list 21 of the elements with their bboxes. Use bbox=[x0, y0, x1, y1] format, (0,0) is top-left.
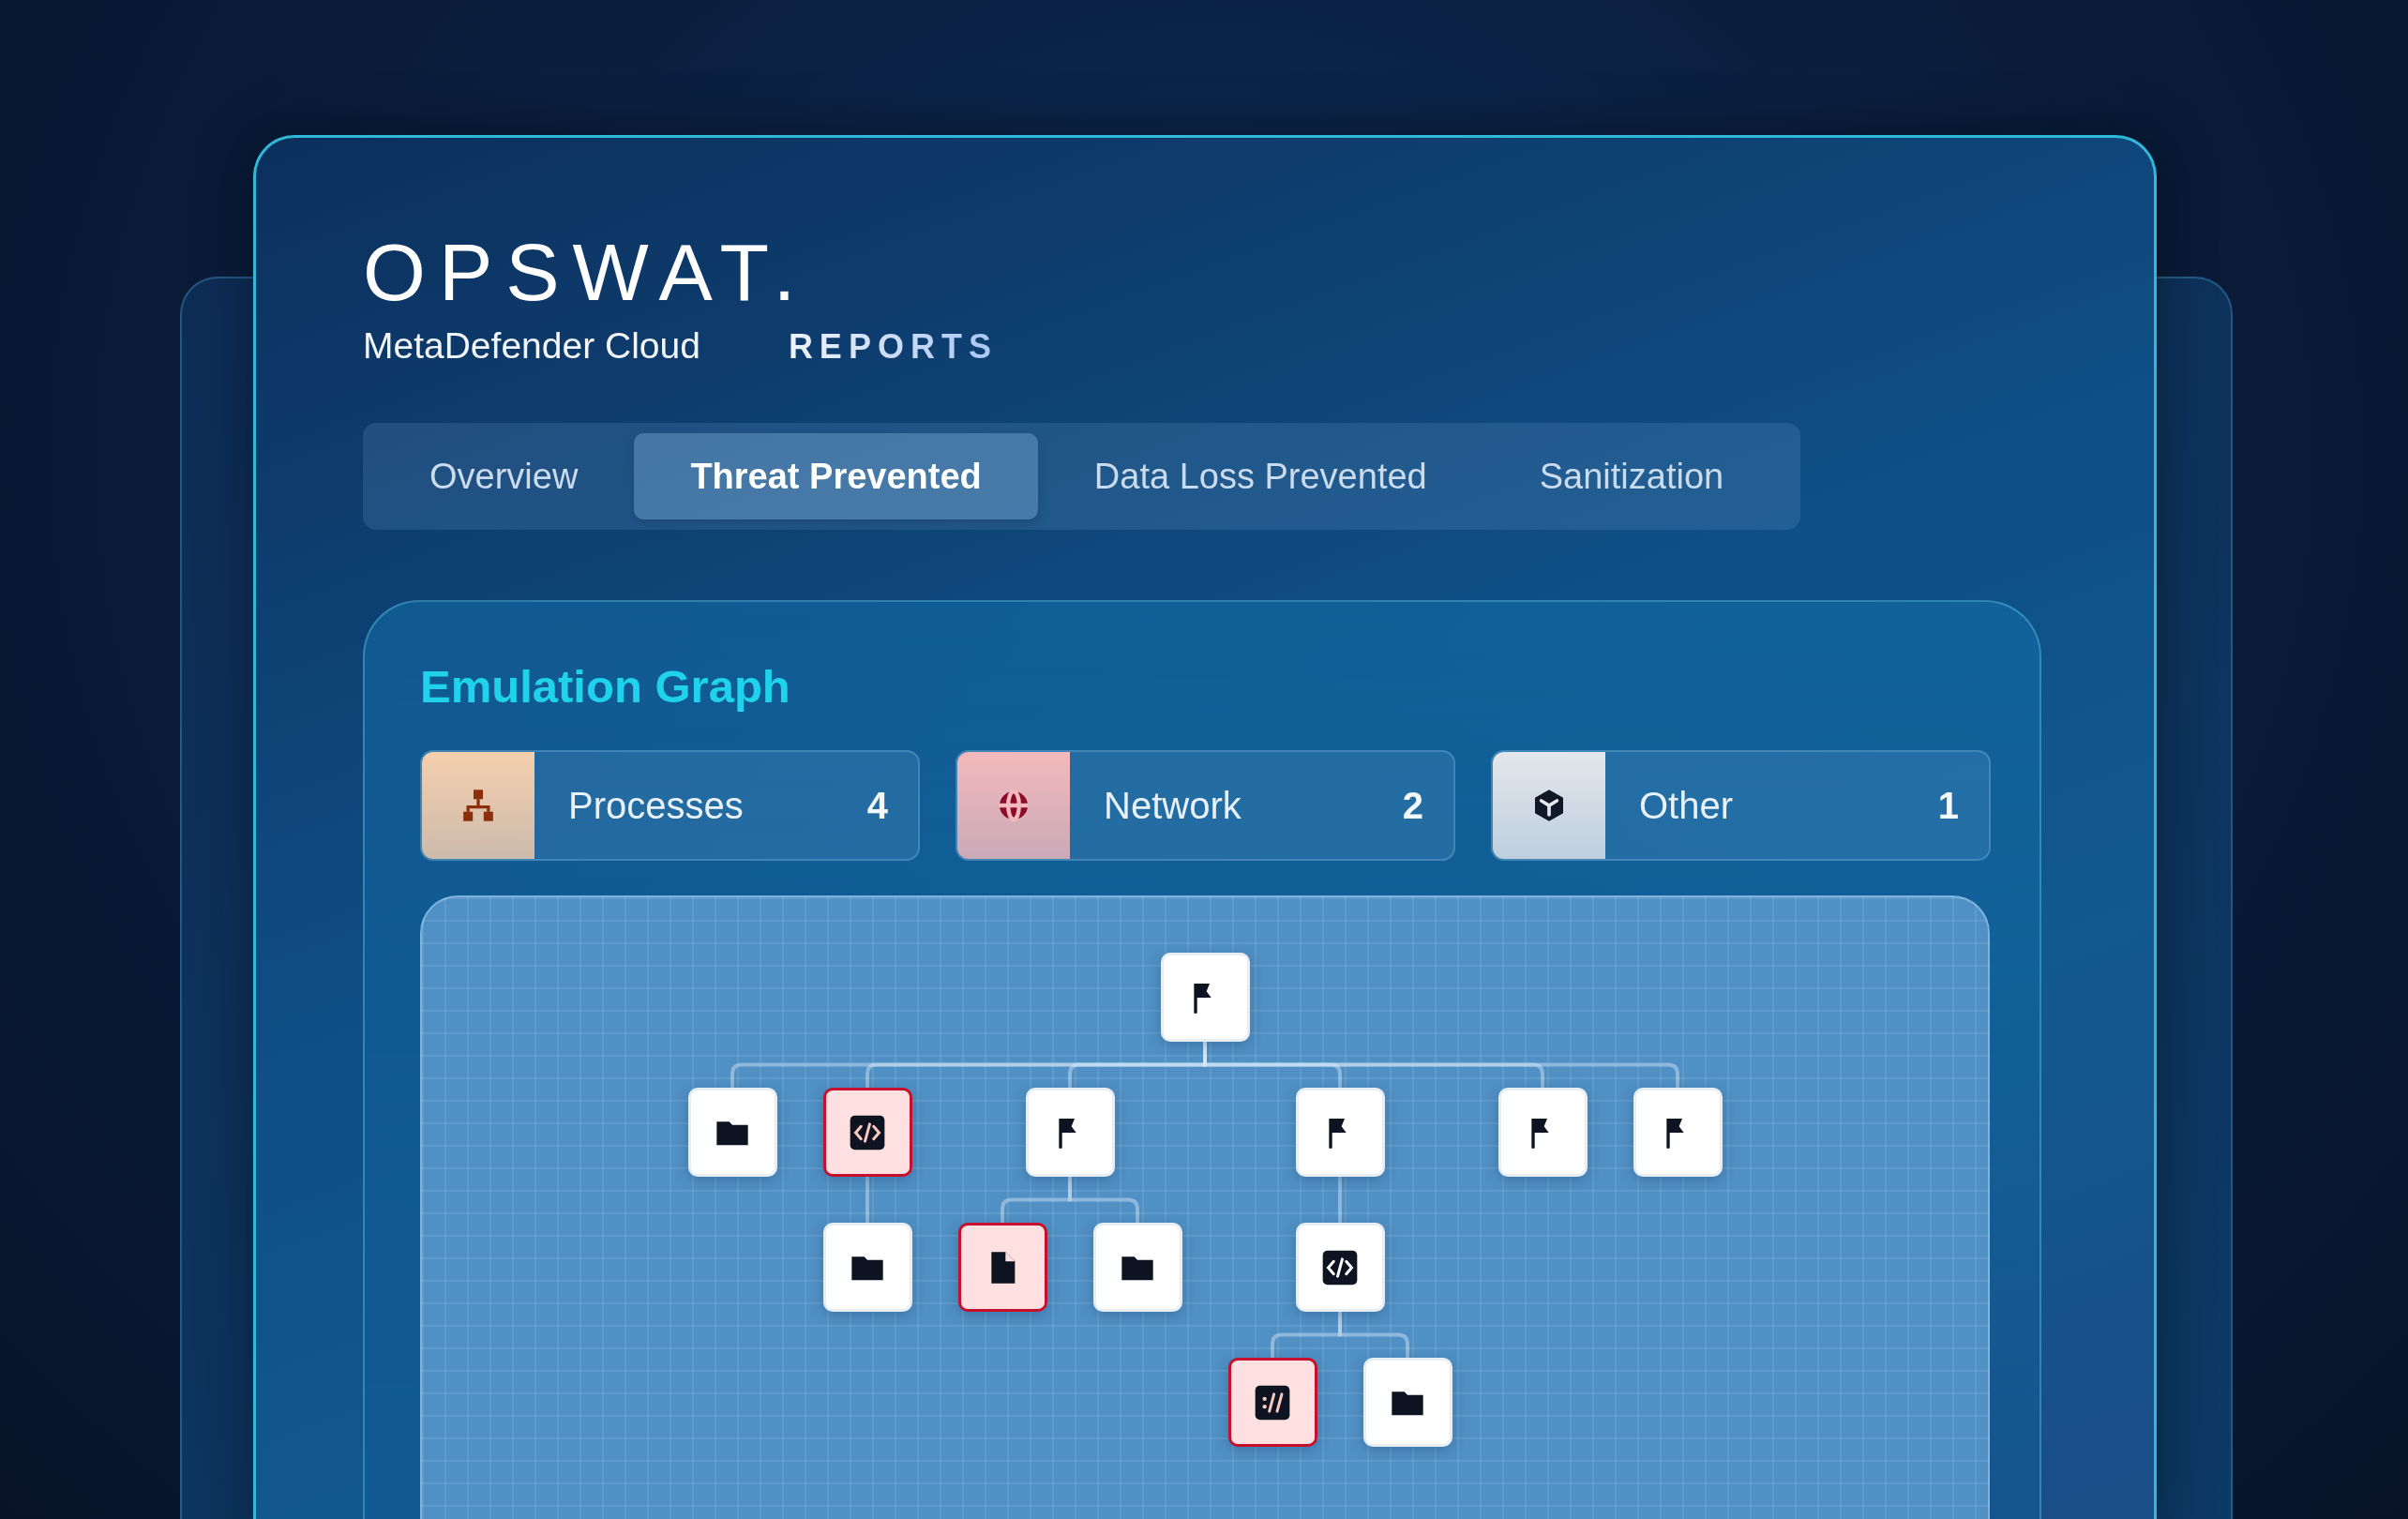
code-icon bbox=[849, 1113, 886, 1151]
stat-label: Processes bbox=[567, 784, 745, 827]
terminal-icon bbox=[1254, 1383, 1291, 1421]
stat-label: Other bbox=[1638, 784, 1735, 827]
panel-title: Emulation Graph bbox=[420, 660, 791, 713]
tab[interactable]: Data Loss Prevented bbox=[1037, 433, 1483, 519]
stat-count: 2 bbox=[1402, 784, 1424, 827]
tab[interactable]: Threat Prevented bbox=[634, 433, 1038, 519]
tab[interactable]: Sanitization bbox=[1482, 433, 1781, 519]
tab[interactable]: Overview bbox=[373, 433, 635, 519]
graph-node[interactable] bbox=[957, 1223, 1047, 1312]
product-name: MetaDefender Cloud bbox=[363, 325, 700, 367]
code-icon bbox=[1321, 1248, 1359, 1286]
graph-node[interactable] bbox=[1227, 1358, 1317, 1447]
stat-label: Network bbox=[1103, 784, 1242, 827]
logo: OPSWAT. bbox=[363, 232, 810, 312]
graph-node[interactable] bbox=[822, 1088, 912, 1177]
stat-count: 4 bbox=[866, 784, 889, 827]
connector-line bbox=[865, 1177, 869, 1223]
stat-count: 1 bbox=[1937, 784, 1960, 827]
connector-line bbox=[1338, 1177, 1342, 1223]
